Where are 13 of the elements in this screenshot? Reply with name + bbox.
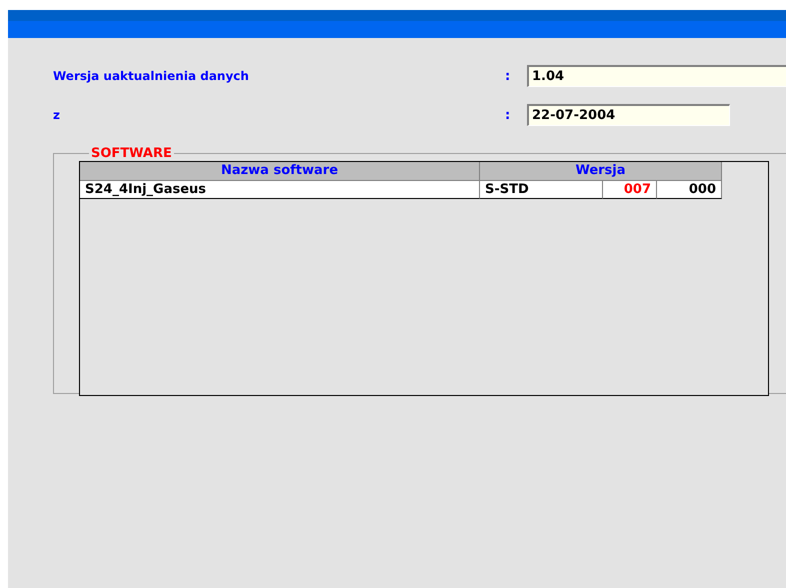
separator: : xyxy=(504,68,512,84)
group-title: SOFTWARE xyxy=(90,146,173,161)
table-cell: S24_4Inj_Gaseus xyxy=(80,181,480,199)
field-label: z xyxy=(53,108,61,122)
separator: : xyxy=(504,108,512,122)
column-header[interactable]: Nazwa software xyxy=(80,162,480,181)
field-label: Wersja uaktualnienia danych xyxy=(53,69,250,83)
table-cell: S-STD xyxy=(480,181,603,199)
input-field[interactable]: 1.04 xyxy=(527,65,786,87)
table-cell: 007 xyxy=(603,181,657,199)
column-header[interactable]: Wersja xyxy=(480,162,722,181)
input-field[interactable]: 22-07-2004 xyxy=(527,104,730,126)
table-cell: 000 xyxy=(657,181,722,199)
